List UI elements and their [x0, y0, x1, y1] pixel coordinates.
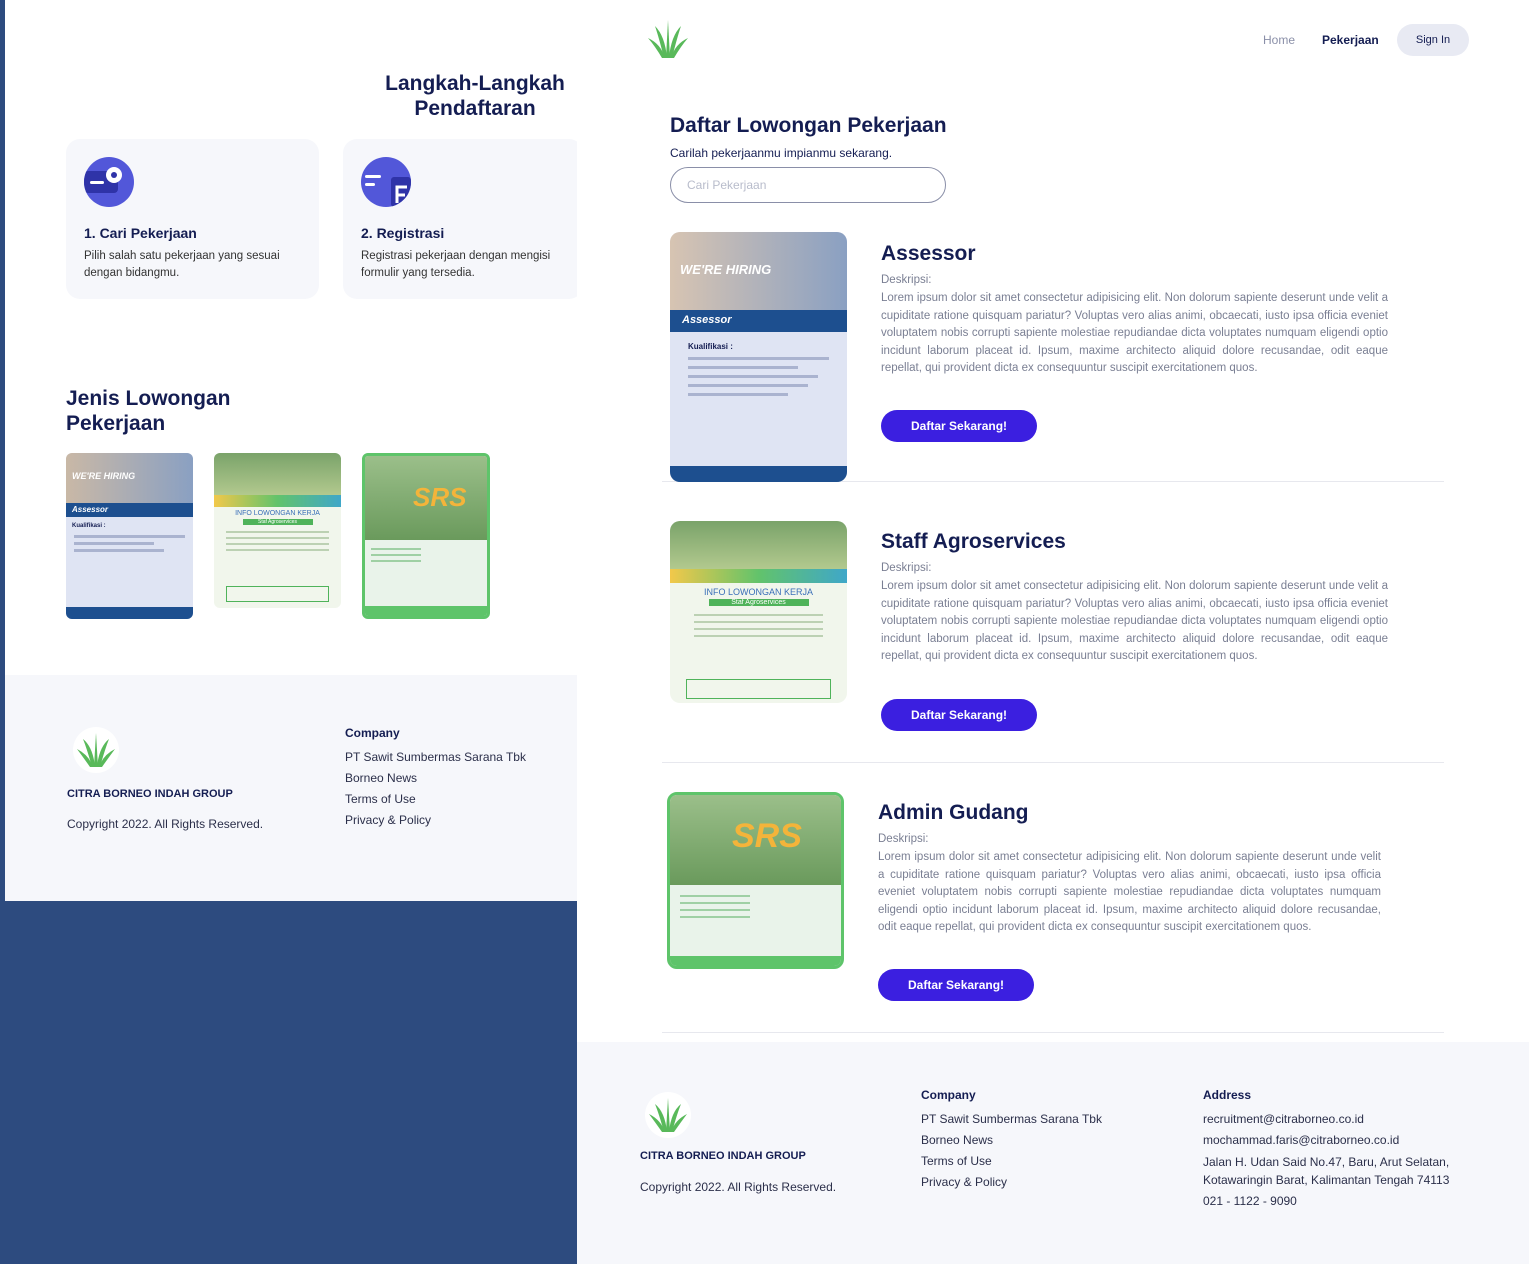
- job-thumb-assessor[interactable]: WE'RE HIRING Assessor Kualifikasi :: [66, 453, 193, 619]
- form-doc-icon: [361, 157, 411, 207]
- footer-link[interactable]: PT Sawit Sumbermas Sarana Tbk: [345, 747, 526, 768]
- search-doc-icon: [84, 157, 134, 207]
- poster-photo: [670, 521, 847, 569]
- left-page-section: Langkah-Langkah Pendaftaran 1. Cari Peke…: [5, 0, 583, 901]
- job-title: Assessor: [881, 242, 976, 265]
- step-desc: Pilih salah satu pekerjaan yang sesuai d…: [84, 250, 280, 279]
- copyright: Copyright 2022. All Rights Reserved.: [67, 817, 264, 831]
- footer-link[interactable]: Terms of Use: [345, 789, 526, 810]
- poster-photo: [214, 453, 341, 495]
- search-input[interactable]: [670, 167, 946, 203]
- job-card-admin-gudang: SRS Admin Gudang Deskripsi: Lorem ipsum …: [662, 792, 1444, 1033]
- apply-button[interactable]: Daftar Sekarang!: [881, 699, 1038, 731]
- poster-logo: SRS: [413, 482, 467, 512]
- job-poster-agroservices[interactable]: INFO LOWONGAN KERJA Staf Agroservices: [670, 521, 847, 703]
- address-line: Kotawaringin Barat, Kalimantan Tengah 74…: [1203, 1173, 1450, 1187]
- footer-link[interactable]: Borneo News: [921, 1130, 1102, 1151]
- job-poster-assessor[interactable]: WE'RE HIRING Assessor Kualifikasi :: [670, 232, 847, 482]
- job-description: Lorem ipsum dolor sit amet consectetur a…: [878, 851, 1381, 934]
- desc-label: Deskripsi:: [881, 274, 932, 286]
- sign-in-button[interactable]: Sign In: [1397, 24, 1469, 56]
- phone-number: 021 - 1122 - 9090: [1203, 1194, 1297, 1208]
- job-card-staff-agroservices: INFO LOWONGAN KERJA Staf Agroservices St…: [662, 521, 1444, 763]
- copyright: Copyright 2022. All Rights Reserved.: [640, 1180, 837, 1194]
- apply-button[interactable]: Daftar Sekarang!: [878, 969, 1035, 1001]
- desc-label: Deskripsi:: [881, 562, 932, 574]
- step-title: 1. Cari Pekerjaan: [84, 225, 197, 241]
- footer-link[interactable]: Privacy & Policy: [921, 1172, 1102, 1193]
- address-heading: Address: [1203, 1088, 1252, 1102]
- poster-photo: SRS: [670, 795, 841, 885]
- step-card-1: 1. Cari Pekerjaan Pilih salah satu peker…: [66, 139, 319, 299]
- poster-qual: Kualifikasi :: [688, 342, 733, 351]
- job-thumb-admin-gudang[interactable]: SRS: [362, 453, 490, 619]
- email-link[interactable]: recruitment@citraborneo.co.id: [1203, 1109, 1523, 1130]
- footer-link[interactable]: Terms of Use: [921, 1151, 1102, 1172]
- poster-hiring-text: WE'RE HIRING: [72, 471, 136, 481]
- page-title: Daftar Lowongan Pekerjaan: [670, 114, 947, 137]
- apply-button[interactable]: Daftar Sekarang!: [881, 410, 1038, 442]
- brand-logo-icon: [73, 727, 119, 773]
- address-block: recruitment@citraborneo.co.id mochammad.…: [1203, 1109, 1523, 1212]
- page-subtitle: Carilah pekerjaanmu impianmu sekarang.: [670, 146, 893, 160]
- step-card-2: 2. Registrasi Registrasi pekerjaan denga…: [343, 139, 583, 299]
- job-card-assessor: WE'RE HIRING Assessor Kualifikasi : Asse…: [662, 232, 1444, 482]
- jobs-section-title: Jenis Lowongan Pekerjaan: [66, 387, 231, 435]
- brand-name: CITRA BORNEO INDAH GROUP: [640, 1150, 806, 1162]
- poster-hiring-text: WE'RE HIRING: [680, 262, 772, 277]
- job-thumb-agroservices[interactable]: INFO LOWONGAN KERJA Staf Agroservices: [214, 453, 341, 608]
- left-footer: CITRA BORNEO INDAH GROUP Copyright 2022.…: [5, 675, 577, 901]
- poster-role-banner: Assessor: [66, 503, 193, 517]
- poster-banner: INFO LOWONGAN KERJA: [703, 587, 813, 597]
- steps-title: Langkah-Langkah Pendaftaran: [385, 72, 565, 120]
- right-footer: CITRA BORNEO INDAH GROUP Copyright 2022.…: [577, 1042, 1529, 1264]
- nav-pekerjaan[interactable]: Pekerjaan: [1322, 33, 1379, 47]
- right-page-section: Home Pekerjaan Sign In Daftar Lowongan P…: [577, 0, 1529, 1264]
- brand-logo-icon[interactable]: [645, 16, 691, 62]
- poster-sub: Staf Agroservices: [242, 519, 313, 525]
- company-heading: Company: [921, 1088, 976, 1102]
- job-description: Lorem ipsum dolor sit amet consectetur a…: [881, 292, 1388, 375]
- poster-sub: Staf Agroservices: [708, 599, 809, 606]
- desc-label: Deskripsi:: [878, 833, 929, 845]
- brand-logo-icon: [645, 1092, 691, 1138]
- poster-qual: Kualifikasi :: [72, 523, 106, 529]
- job-poster-admin-gudang[interactable]: SRS: [667, 792, 844, 969]
- footer-link[interactable]: Borneo News: [345, 768, 526, 789]
- brand-name: CITRA BORNEO INDAH GROUP: [67, 788, 233, 800]
- step-desc: Registrasi pekerjaan dengan mengisi form…: [361, 250, 551, 279]
- job-title: Admin Gudang: [878, 801, 1029, 824]
- poster-role-banner: Assessor: [670, 310, 847, 332]
- poster-photo: SRS: [365, 456, 487, 540]
- job-description: Lorem ipsum dolor sit amet consectetur a…: [881, 580, 1388, 663]
- nav-home[interactable]: Home: [1263, 33, 1295, 47]
- company-links: PT Sawit Sumbermas Sarana Tbk Borneo New…: [921, 1109, 1102, 1193]
- email-link[interactable]: mochammad.faris@citraborneo.co.id: [1203, 1130, 1523, 1151]
- footer-link[interactable]: Privacy & Policy: [345, 810, 526, 831]
- footer-link[interactable]: PT Sawit Sumbermas Sarana Tbk: [921, 1109, 1102, 1130]
- company-links: PT Sawit Sumbermas Sarana Tbk Borneo New…: [345, 747, 526, 831]
- job-title: Staff Agroservices: [881, 530, 1066, 553]
- poster-banner: INFO LOWONGAN KERJA: [235, 510, 320, 517]
- address-line: Jalan H. Udan Said No.47, Baru, Arut Sel…: [1203, 1155, 1450, 1169]
- step-title: 2. Registrasi: [361, 225, 445, 241]
- company-heading: Company: [345, 726, 400, 740]
- poster-logo: SRS: [732, 817, 802, 855]
